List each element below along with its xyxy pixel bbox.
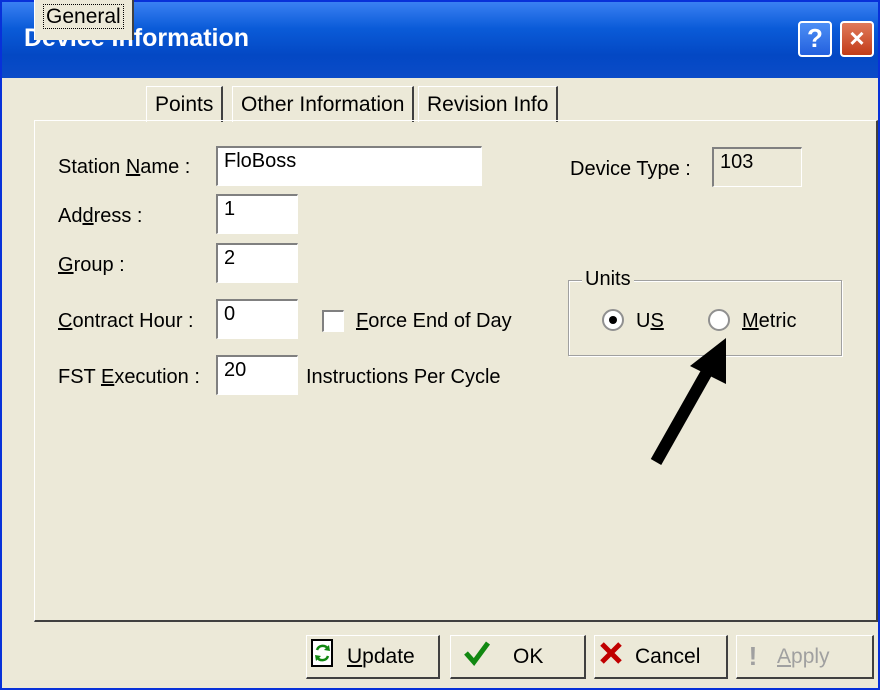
update-button-label: Update	[347, 644, 415, 668]
station-name-label: Station Name :	[58, 156, 191, 178]
refresh-icon	[307, 639, 339, 674]
apply-button[interactable]: ! Apply	[736, 635, 874, 679]
units-metric-radio[interactable]	[708, 309, 730, 331]
tab-points[interactable]: Points	[146, 86, 224, 122]
tab-general[interactable]: General	[34, 0, 134, 40]
cancel-button[interactable]: Cancel	[594, 635, 728, 679]
fst-execution-label: FST Execution :	[58, 366, 200, 388]
station-name-input[interactable]: FloBoss	[216, 146, 482, 186]
x-icon	[595, 641, 627, 672]
tab-points-label: Points	[155, 93, 214, 116]
units-us-radio[interactable]	[602, 309, 624, 331]
tab-other-information-label: Other Information	[241, 93, 405, 116]
units-metric-label[interactable]: Metric	[742, 310, 796, 333]
update-button[interactable]: Update	[306, 635, 440, 679]
device-information-dialog: Device Information ? × General Points Ot…	[0, 0, 880, 690]
force-end-of-day-checkbox[interactable]	[322, 310, 344, 332]
tab-revision-info-label: Revision Info	[427, 93, 549, 116]
ok-button-label: OK	[513, 644, 544, 668]
radio-selected-dot	[609, 316, 617, 324]
force-end-of-day-label[interactable]: Force End of Day	[356, 310, 512, 333]
units-us-label[interactable]: US	[636, 310, 664, 333]
checkmark-icon	[461, 640, 493, 673]
tab-other-information[interactable]: Other Information	[232, 86, 415, 122]
tab-revision-info[interactable]: Revision Info	[418, 86, 559, 122]
address-label: Address :	[58, 205, 143, 227]
fst-execution-input[interactable]: 20	[216, 355, 298, 395]
instructions-per-cycle-label: Instructions Per Cycle	[306, 366, 501, 388]
address-input[interactable]: 1	[216, 194, 298, 234]
units-group-title: Units	[582, 268, 634, 291]
annotation-arrow-icon	[650, 338, 726, 465]
contract-hour-label: Contract Hour :	[58, 310, 194, 332]
ok-button[interactable]: OK	[450, 635, 586, 679]
help-icon: ?	[807, 23, 823, 53]
tab-general-label: General	[43, 4, 124, 29]
help-button[interactable]: ?	[798, 21, 832, 57]
device-type-label: Device Type :	[570, 158, 691, 180]
cancel-button-label: Cancel	[635, 644, 701, 668]
apply-button-label: Apply	[777, 644, 830, 668]
contract-hour-input[interactable]: 0	[216, 299, 298, 339]
group-input[interactable]: 2	[216, 243, 298, 283]
exclamation-icon: !	[748, 641, 758, 671]
device-type-field: 103	[712, 147, 802, 187]
close-button[interactable]: ×	[840, 21, 874, 57]
group-label: Group :	[58, 254, 125, 276]
close-icon: ×	[849, 23, 865, 53]
